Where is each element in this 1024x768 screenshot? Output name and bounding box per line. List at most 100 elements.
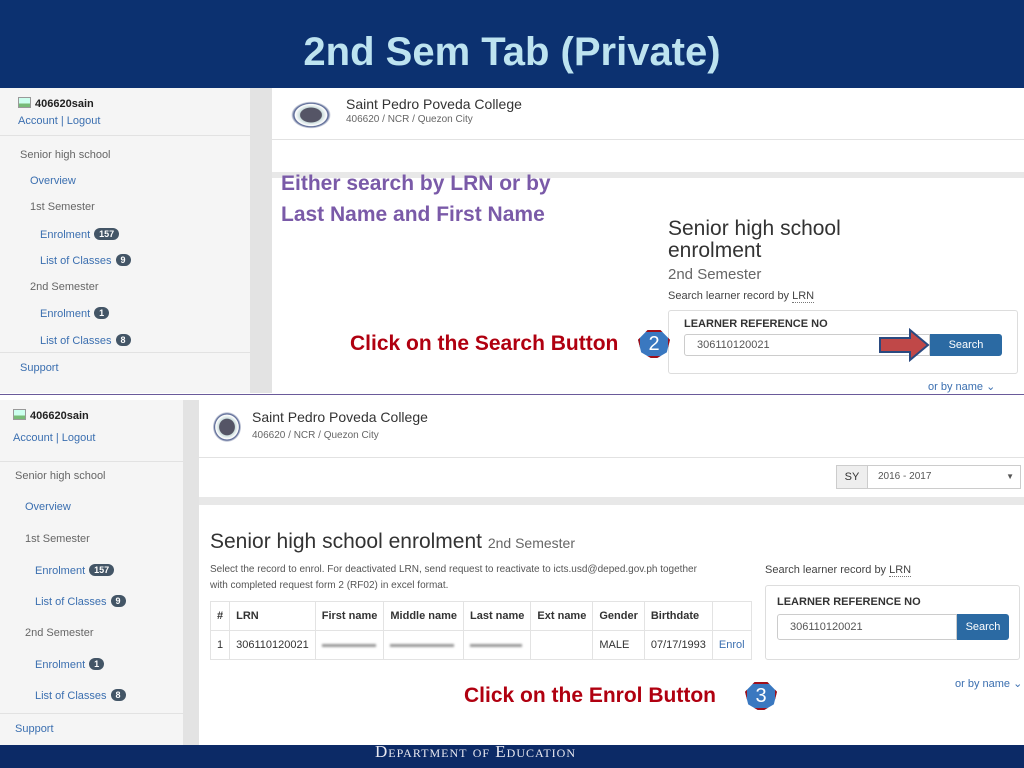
sidebar-item-support[interactable]: Support xyxy=(15,723,54,735)
sidebar-item-1st-semester[interactable]: 1st Semester xyxy=(25,533,90,545)
sidebar-top: 406620sain Account | Logout Senior high s… xyxy=(0,88,250,393)
sidebar-user-label: 406620sain xyxy=(30,410,89,422)
enrol-link[interactable]: Enrol xyxy=(711,630,752,660)
sidebar-divider xyxy=(0,135,250,136)
sidebar-item-2nd-classes-label: List of Classes xyxy=(35,690,107,702)
sidebar-bottom: 406620sain Account | Logout Senior high s… xyxy=(0,400,183,745)
step-badge: 2 xyxy=(638,330,670,358)
count-badge: 157 xyxy=(89,564,115,576)
table-header-row: # LRN First name Middle name Last name Ext na… xyxy=(209,601,752,631)
count-badge: 1 xyxy=(94,307,110,319)
column-header: Gender xyxy=(592,601,645,631)
or-by-name-text: or by name xyxy=(928,381,984,393)
cell-first-name xyxy=(314,630,385,660)
sidebar-item-2nd-semester[interactable]: 2nd Semester xyxy=(30,281,98,293)
arrow-right-icon xyxy=(879,328,930,362)
search-label: Search learner record by LRN xyxy=(765,564,912,577)
user-image-icon xyxy=(18,97,31,108)
step-badge: 3 xyxy=(745,682,777,710)
account-logout-links: Account | Logout xyxy=(13,432,95,444)
account-link-text[interactable]: Account xyxy=(18,115,58,127)
divider xyxy=(199,497,1024,505)
or-by-name-link[interactable]: or by name ⌄ xyxy=(955,677,1022,690)
search-label-text: Search learner record by xyxy=(668,290,790,302)
cell-birthdate: 07/17/1993 xyxy=(643,630,713,660)
count-badge: 157 xyxy=(94,228,120,240)
school-year-select[interactable]: 2016 - 2017 ▼ xyxy=(867,465,1021,489)
sidebar-section-senior-high: Senior high school xyxy=(15,470,106,482)
school-logo xyxy=(209,408,245,446)
sidebar-divider xyxy=(0,352,250,353)
column-header: Last name xyxy=(462,601,532,631)
sidebar-section-senior-high: Senior high school xyxy=(20,149,111,161)
slide-footer: Department of Education xyxy=(0,743,1024,768)
sidebar-item-1st-enrolment-label: Enrolment xyxy=(35,565,86,577)
gutter xyxy=(183,400,199,745)
sidebar-item-support-label: Support xyxy=(20,362,59,374)
search-button[interactable]: Search xyxy=(957,614,1009,640)
lrn-input[interactable]: 306110120021 xyxy=(777,614,957,640)
logout-link[interactable]: Logout xyxy=(67,115,101,127)
sidebar-item-2nd-classes[interactable]: List of Classes 8 xyxy=(40,334,131,347)
sidebar-user-label: 406620sain xyxy=(35,98,94,110)
sidebar-item-2nd-classes[interactable]: List of Classes 8 xyxy=(35,689,126,702)
search-button[interactable]: Search xyxy=(930,334,1002,356)
sidebar-user: 406620sain xyxy=(13,409,89,422)
instructions-2: with completed request form 2 (RF02) in … xyxy=(210,580,449,591)
table-row[interactable]: 1 306110120021 MALE 07/17/1993 Enrol xyxy=(209,630,752,660)
sidebar-item-1st-enrolment[interactable]: Enrolment 157 xyxy=(40,228,120,241)
lrn-abbr: LRN xyxy=(889,564,912,577)
sy-value: 2016 - 2017 xyxy=(878,471,932,482)
logout-link[interactable]: Logout xyxy=(62,432,96,444)
cell-ext-name xyxy=(530,630,594,660)
sidebar-item-1st-classes[interactable]: List of Classes 9 xyxy=(35,595,126,608)
sidebar-item-2nd-enrolment[interactable]: Enrolment 1 xyxy=(35,658,105,671)
sidebar-item-overview[interactable]: Overview xyxy=(30,175,76,187)
sidebar-item-1st-classes[interactable]: List of Classes 9 xyxy=(40,254,131,267)
sidebar-section-senior-high-label: Senior high school xyxy=(15,470,106,482)
gutter xyxy=(250,88,272,393)
sidebar-item-2nd-semester[interactable]: 2nd Semester xyxy=(25,627,93,639)
slide-title: 2nd Sem Tab (Private) xyxy=(303,30,721,74)
cell-gender: MALE xyxy=(592,630,645,660)
annotation-click-search: Click on the Search Button xyxy=(350,332,619,355)
page-title: Senior high school enrolment xyxy=(668,217,841,262)
sidebar-item-1st-semester[interactable]: 1st Semester xyxy=(30,201,95,213)
account-link-text[interactable]: Account xyxy=(13,432,53,444)
column-header: Middle name xyxy=(383,601,464,631)
cell-middle-name xyxy=(383,630,464,660)
separator: | xyxy=(55,432,59,444)
results-table: # LRN First name Middle name Last name Ext na… xyxy=(209,601,752,660)
sidebar-item-1st-semester-label: 1st Semester xyxy=(25,533,90,545)
count-badge: 8 xyxy=(110,689,126,701)
school-logo xyxy=(286,98,336,132)
account-logout-links: Account | Logout xyxy=(18,115,100,127)
column-header xyxy=(711,601,752,631)
page-title: Senior high school enrolment 2nd Semeste… xyxy=(210,530,575,554)
field-label: LEARNER REFERENCE NO xyxy=(777,596,921,608)
sidebar-item-1st-classes-label: List of Classes xyxy=(35,596,107,608)
column-header: LRN xyxy=(229,601,316,631)
sidebar-section-senior-high-label: Senior high school xyxy=(20,149,111,161)
school-name: Saint Pedro Poveda College xyxy=(252,409,428,425)
cell-last-name xyxy=(462,630,532,660)
sidebar-item-1st-enrolment-label: Enrolment xyxy=(40,229,91,241)
sidebar-item-1st-semester-label: 1st Semester xyxy=(30,201,95,213)
sidebar-item-support-label: Support xyxy=(15,723,54,735)
or-by-name-link[interactable]: or by name ⌄ xyxy=(928,380,995,393)
sidebar-item-overview[interactable]: Overview xyxy=(25,501,71,513)
school-location: 406620 / NCR / Quezon City xyxy=(346,114,473,125)
column-header: # xyxy=(209,601,231,631)
search-label-text: Search learner record by xyxy=(765,564,887,576)
sidebar-item-1st-enrolment[interactable]: Enrolment 157 xyxy=(35,564,115,577)
cell-lrn: 306110120021 xyxy=(229,630,316,660)
separator: | xyxy=(60,115,64,127)
sidebar-item-1st-classes-label: List of Classes xyxy=(40,255,112,267)
column-header: Ext name xyxy=(530,601,594,631)
annotation-click-enrol: Click on the Enrol Button xyxy=(464,684,716,707)
sidebar-item-support[interactable]: Support xyxy=(20,362,59,374)
sidebar-item-2nd-enrolment[interactable]: Enrolment 1 xyxy=(40,307,110,320)
chevron-down-icon: ⌄ xyxy=(1013,678,1023,690)
instructions: Select the record to enrol. For deactiva… xyxy=(210,564,697,575)
school-name: Saint Pedro Poveda College xyxy=(346,96,522,112)
